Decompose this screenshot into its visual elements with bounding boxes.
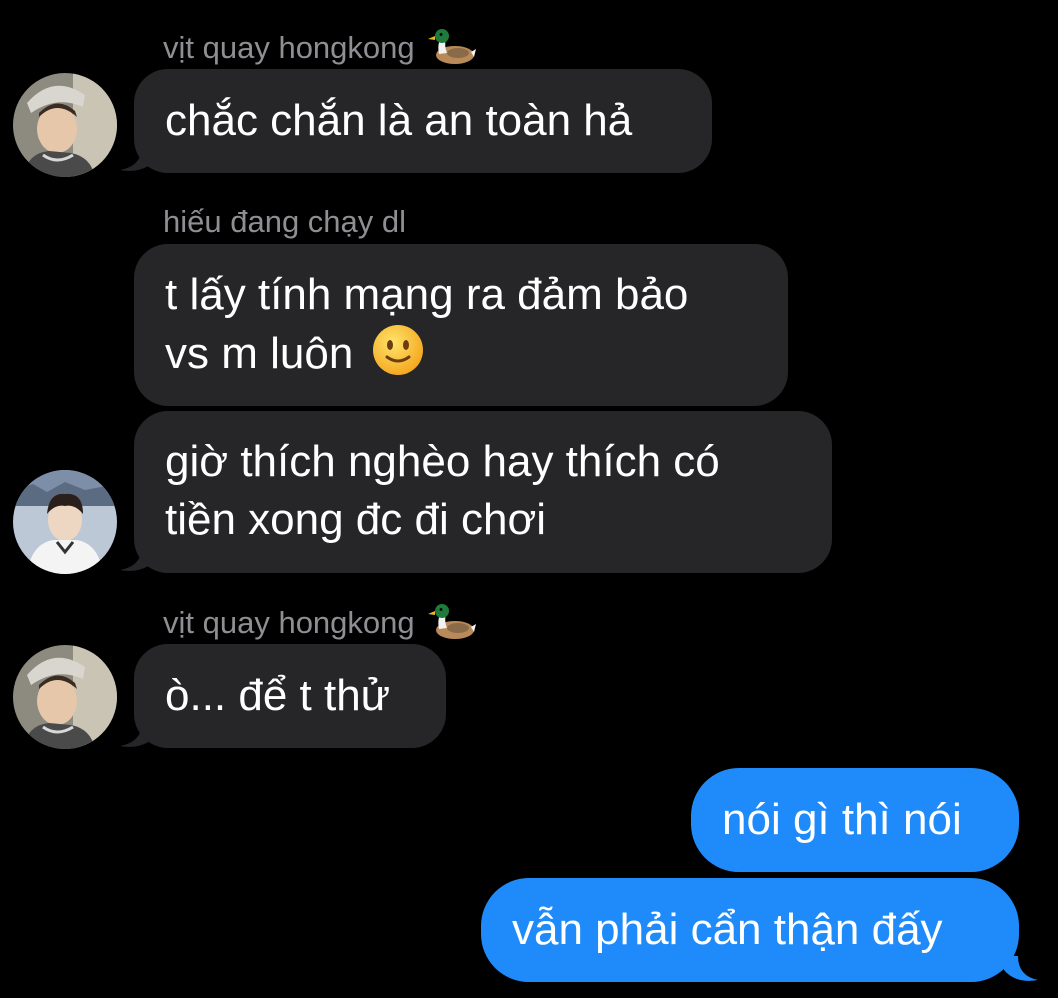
message-bubble[interactable]: giờ thích nghèo hay thích có tiền xong đ… xyxy=(134,411,832,573)
bubble-tail-icon xyxy=(1004,956,1038,981)
sender-name: vịt quay hongkong xyxy=(163,26,477,68)
message-text-line: vs m luôn xyxy=(165,324,757,383)
sender-name-text: vịt quay hongkong xyxy=(163,30,415,65)
avatar-user-2-icon xyxy=(13,470,117,574)
message-bubble[interactable]: t lấy tính mạng ra đảm bảo vs m luôn xyxy=(134,244,788,406)
avatar[interactable] xyxy=(13,645,117,749)
message-text: tiền xong đc đi chơi xyxy=(165,495,547,544)
message-text: chắc chắn là an toàn hả xyxy=(165,96,633,145)
slightly-smiling-face-icon xyxy=(372,325,423,375)
message-bubble[interactable]: chắc chắn là an toàn hả xyxy=(134,69,712,173)
sender-name-text: vịt quay hongkong xyxy=(163,605,415,640)
message-bubble[interactable]: ò... để t thử xyxy=(134,644,446,748)
avatar-user-1-icon xyxy=(13,645,117,749)
message-text: vs m luôn xyxy=(165,329,354,378)
avatar[interactable] xyxy=(13,470,117,574)
message-text: giờ thích nghèo hay thích có xyxy=(165,437,720,486)
message-text: vẫn phải cẩn thận đấy xyxy=(512,905,943,954)
message-text: nói gì thì nói xyxy=(722,795,962,844)
duck-emoji-icon xyxy=(428,29,477,64)
sender-name-text: hiếu đang chạy dl xyxy=(163,204,407,239)
avatar-user-1-icon xyxy=(13,73,117,177)
message-bubble[interactable]: vẫn phải cẩn thận đấy xyxy=(481,878,1019,982)
message-text: ò... để t thử xyxy=(165,671,391,720)
duck-emoji-icon xyxy=(428,604,477,639)
sender-name: hiếu đang chạy dl xyxy=(163,202,406,242)
avatar[interactable] xyxy=(13,73,117,177)
message-text: t lấy tính mạng ra đảm bảo xyxy=(165,270,689,319)
sender-name: vịt quay hongkong xyxy=(163,601,477,643)
message-bubble[interactable]: nói gì thì nói xyxy=(691,768,1019,872)
